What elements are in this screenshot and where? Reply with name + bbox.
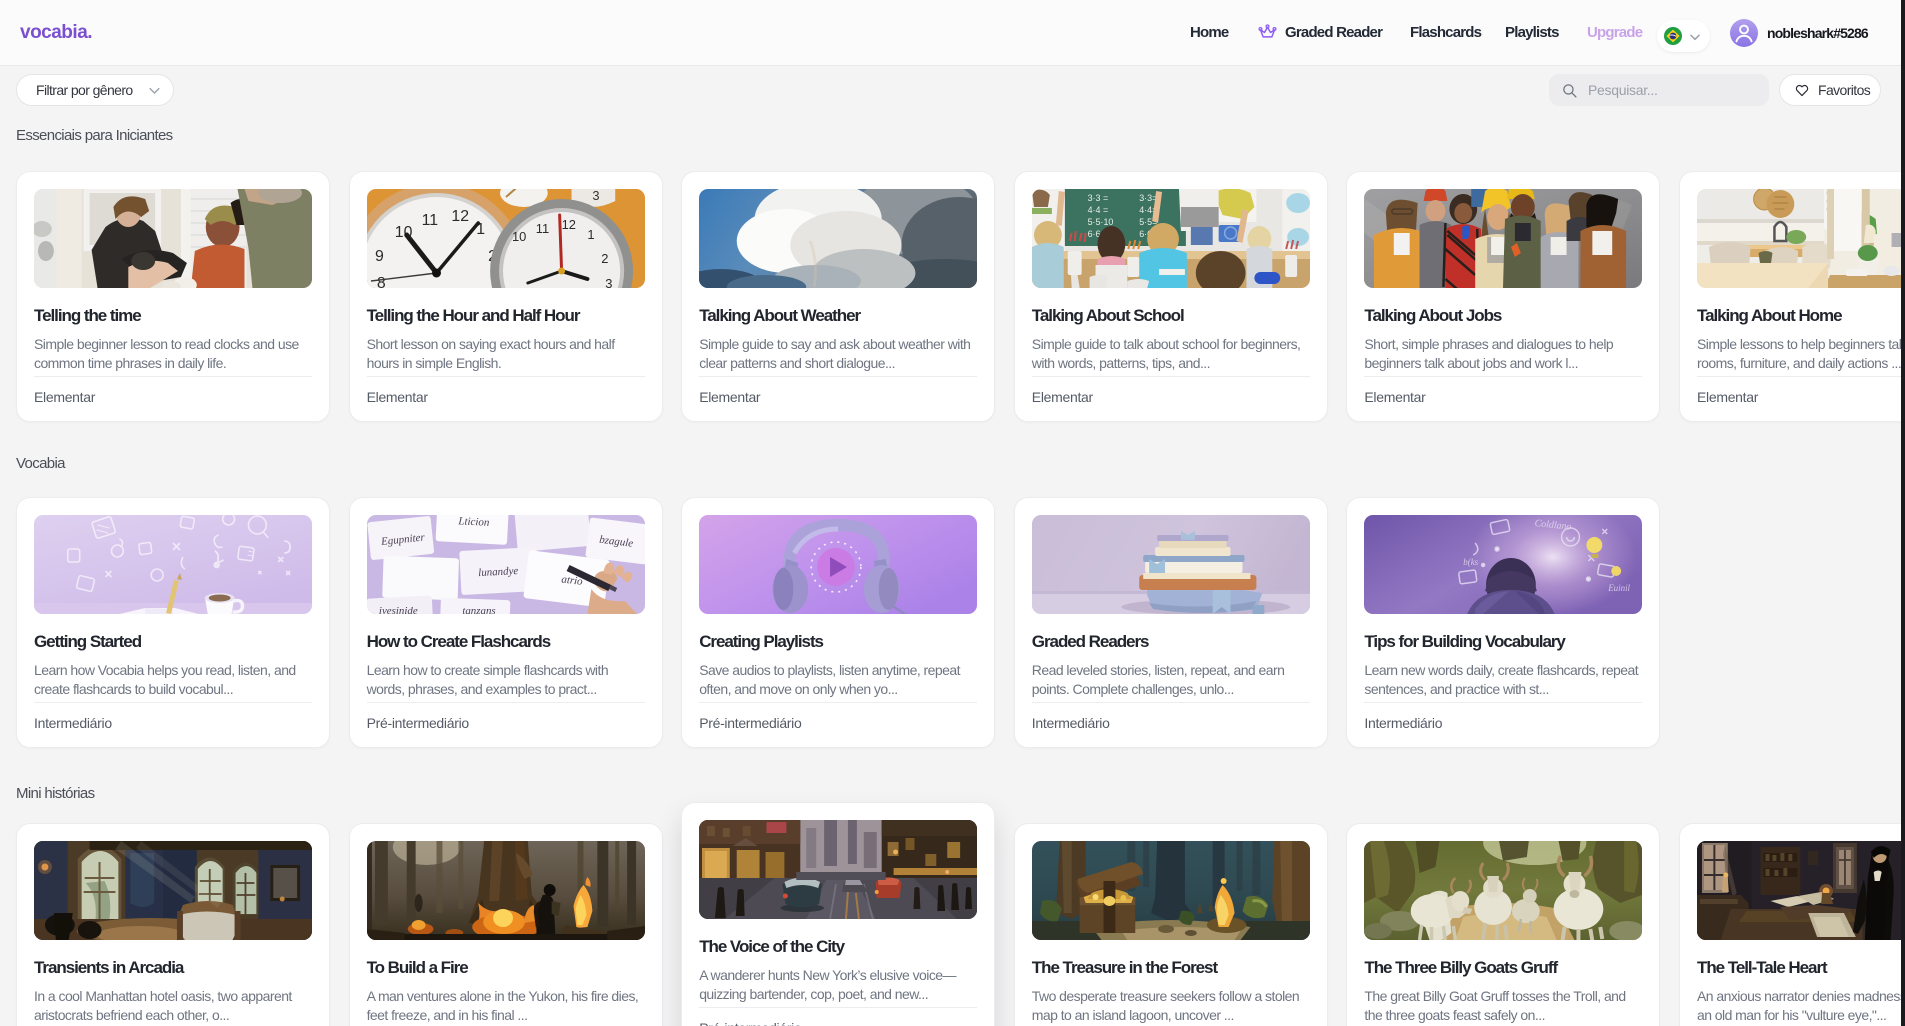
svg-text:11: 11 — [535, 221, 548, 236]
svg-text:3·3=: 3·3= — [1139, 193, 1157, 203]
svg-text:4·4 =: 4·4 = — [1087, 205, 1108, 215]
svg-text:tanzans: tanzans — [462, 605, 495, 614]
svg-text:9: 9 — [375, 248, 384, 265]
svg-text:5·5·10: 5·5·10 — [1087, 217, 1113, 227]
svg-text:Euinil: Euinil — [1608, 583, 1631, 593]
svg-text:3: 3 — [592, 189, 599, 203]
svg-text:2: 2 — [601, 251, 608, 266]
svg-text:12: 12 — [451, 208, 469, 225]
svg-text:12: 12 — [561, 217, 575, 232]
svg-text:10: 10 — [512, 229, 526, 244]
svg-text:Lticion: Lticion — [457, 515, 490, 529]
svg-text:8: 8 — [377, 275, 386, 288]
svg-text:b(ks: b(ks — [1464, 557, 1479, 567]
svg-text:lunandye: lunandye — [478, 565, 519, 579]
svg-text:3·3 =: 3·3 = — [1087, 193, 1108, 203]
svg-text:3: 3 — [605, 276, 612, 288]
svg-text:11: 11 — [421, 212, 438, 229]
svg-text:1: 1 — [587, 227, 594, 242]
svg-text:ivesinide: ivesinide — [379, 605, 418, 614]
